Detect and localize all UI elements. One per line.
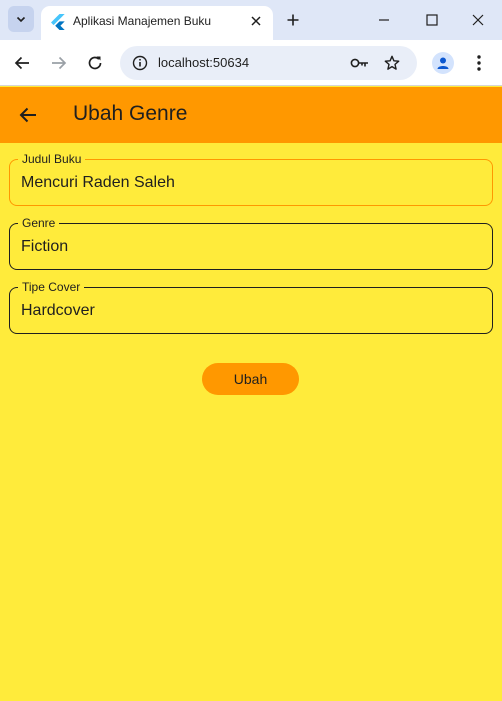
browser-toolbar: localhost:50634 xyxy=(0,40,502,86)
forward-button[interactable] xyxy=(47,51,71,75)
judul-buku-value: Mencuri Raden Saleh xyxy=(21,174,175,191)
window-close-icon xyxy=(472,14,484,26)
window-close-button[interactable] xyxy=(466,8,490,32)
new-tab-button[interactable] xyxy=(282,9,304,31)
close-icon xyxy=(251,16,261,26)
browser-tabstrip: Aplikasi Manajemen Buku xyxy=(0,0,502,40)
maximize-button[interactable] xyxy=(420,8,444,32)
ubah-button[interactable]: Ubah xyxy=(202,363,299,395)
browser-menu-button[interactable] xyxy=(470,52,488,74)
url-text: localhost:50634 xyxy=(158,55,250,70)
key-icon xyxy=(350,58,368,68)
tipe-cover-label: Tipe Cover xyxy=(18,280,85,294)
back-button[interactable] xyxy=(10,51,34,75)
chevron-down-icon xyxy=(16,16,26,23)
minimize-icon xyxy=(379,19,389,21)
flutter-icon xyxy=(51,14,65,30)
profile-icon xyxy=(437,57,449,69)
genre-value: Fiction xyxy=(21,238,69,255)
arrow-left-icon xyxy=(19,107,36,123)
judul-buku-field[interactable]: Judul Buku Mencuri Raden Saleh xyxy=(9,152,493,206)
tab-title: Aplikasi Manajemen Buku xyxy=(73,14,212,28)
tab-list-button[interactable] xyxy=(8,6,34,32)
browser-tab[interactable]: Aplikasi Manajemen Buku xyxy=(41,6,273,40)
bookmark-button[interactable] xyxy=(382,53,402,73)
tipe-cover-value: Hardcover xyxy=(21,302,95,319)
kebab-menu-icon xyxy=(477,55,481,71)
forward-arrow-icon xyxy=(52,56,67,70)
reload-button[interactable] xyxy=(83,51,107,75)
appbar-back-button[interactable] xyxy=(16,103,40,127)
tipe-cover-field[interactable]: Tipe Cover Hardcover xyxy=(9,280,493,334)
judul-buku-label: Judul Buku xyxy=(18,152,86,166)
back-arrow-icon xyxy=(14,56,29,70)
site-info-icon xyxy=(132,55,148,71)
app-bar: Ubah Genre xyxy=(0,87,502,143)
maximize-icon xyxy=(426,14,438,26)
profile-button[interactable] xyxy=(432,52,454,74)
minimize-button[interactable] xyxy=(372,8,396,32)
star-icon xyxy=(384,55,400,70)
plus-icon xyxy=(287,14,299,26)
address-bar[interactable]: localhost:50634 xyxy=(120,46,417,80)
site-info-button[interactable] xyxy=(130,53,150,73)
page-title: Ubah Genre xyxy=(73,102,188,125)
reload-icon xyxy=(88,56,102,70)
genre-field[interactable]: Genre Fiction xyxy=(9,216,493,270)
genre-label: Genre xyxy=(18,216,60,230)
password-key-button[interactable] xyxy=(350,53,370,73)
tab-close-button[interactable] xyxy=(247,12,265,30)
